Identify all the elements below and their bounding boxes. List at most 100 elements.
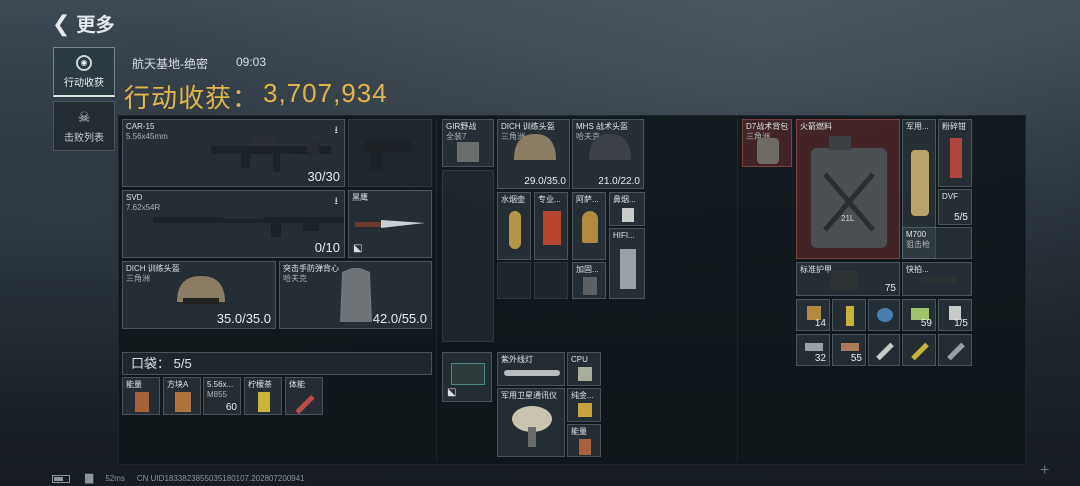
- loot-item[interactable]: 55: [832, 334, 866, 366]
- container-item[interactable]: 军用卫星通讯仪: [497, 388, 565, 457]
- loot-item[interactable]: 火箭燃料 21L: [796, 119, 900, 259]
- hard-drive-icon: [583, 277, 597, 295]
- container-item[interactable]: 加固...: [572, 262, 606, 299]
- helmet-name: DICH 训练头盔: [126, 264, 180, 273]
- pocket-header: 口袋： 5/5: [122, 352, 432, 375]
- container-item[interactable]: 纯金...: [567, 388, 601, 422]
- loot-value: 3,707,934: [263, 78, 388, 108]
- container-item[interactable]: DICH 训练头盔 三角洲 29.0/35.0: [497, 119, 570, 189]
- pistol-slot[interactable]: [348, 119, 432, 187]
- container-item[interactable]: 阿萨...: [572, 192, 606, 260]
- book-icon: [543, 211, 561, 245]
- empty-slot[interactable]: [497, 262, 531, 299]
- weapon-ammo-count: 0/10: [314, 240, 340, 255]
- melee-slot[interactable]: 黑鹰 ⬕: [348, 190, 432, 258]
- rig-icon: [457, 142, 479, 162]
- loot-title: 行动收获：: [124, 83, 260, 113]
- loot-item[interactable]: [902, 334, 936, 366]
- back-button[interactable]: ❮ 更多: [52, 10, 114, 37]
- loot-item[interactable]: 14: [796, 299, 830, 331]
- loot-item[interactable]: M700 狙击枪: [902, 227, 972, 259]
- item-sub: M855: [207, 390, 228, 399]
- back-label: 更多: [76, 15, 115, 36]
- tab-kills[interactable]: ☠ 击败列表: [53, 101, 115, 151]
- container-item[interactable]: 专业...: [534, 192, 568, 260]
- target-icon: ◉: [76, 54, 92, 71]
- item-label: DICH 训练头盔: [501, 122, 555, 131]
- safe-box-slot[interactable]: ⬕: [442, 352, 492, 402]
- item-count: 14: [814, 318, 826, 329]
- helmet-durability: 35.0/35.0: [216, 311, 271, 326]
- container-item[interactable]: 紫外线灯: [497, 352, 565, 386]
- loot-item[interactable]: 1/5: [938, 299, 972, 331]
- item-count: 55: [850, 353, 862, 364]
- container-item[interactable]: 能量: [567, 424, 601, 457]
- helmet-icon: [514, 134, 556, 160]
- item-label: 加固...: [576, 265, 599, 274]
- item-label: 专业...: [538, 195, 561, 204]
- pocket-item[interactable]: 体能: [285, 377, 323, 415]
- bolt-cutter-icon: [950, 138, 962, 178]
- pocket-count: 5/5: [173, 356, 192, 371]
- item-count: 1/5: [954, 318, 968, 329]
- pocket-item[interactable]: 方块A: [163, 377, 201, 415]
- item-label: 军用...: [906, 122, 929, 131]
- rig-empty-slot[interactable]: [442, 170, 494, 342]
- pocket-item[interactable]: 柠檬茶: [244, 377, 282, 415]
- hifi-device-icon: [620, 249, 636, 289]
- backpack-slot[interactable]: D7战术背包 三角洲: [742, 119, 792, 167]
- pocket-item[interactable]: 5.56x... M855 60: [203, 377, 241, 415]
- loot-item[interactable]: [868, 334, 900, 366]
- blue-pouch-icon: [877, 308, 893, 322]
- rig-slot[interactable]: GIR野战 全装7: [442, 119, 494, 167]
- satellite-dish-icon: [512, 406, 552, 447]
- primary-weapon-slot[interactable]: CAR-15 5.56x45mm ⭳ 30/30: [122, 119, 345, 187]
- battery-icon: [52, 474, 70, 483]
- syringe-icon: [876, 342, 894, 361]
- skull-icon: ☠: [77, 108, 91, 125]
- tab-kills-label: 击败列表: [64, 132, 104, 144]
- helmet-icon: [589, 134, 631, 160]
- container-item[interactable]: MHS 战术头盔 哈夫克 21.0/22.0: [572, 119, 644, 189]
- loot-item[interactable]: 59: [902, 299, 936, 331]
- item-label: 标准护甲: [800, 265, 832, 274]
- backpack-icon: [757, 138, 779, 164]
- secondary-weapon-slot[interactable]: SVD 7.62x54R ⭳ 0/10: [122, 190, 345, 258]
- container-item[interactable]: 水烟壶: [497, 192, 531, 260]
- item-count: 32: [814, 353, 826, 364]
- loot-item[interactable]: 快拍...: [902, 262, 972, 296]
- drink-can-icon: [258, 392, 270, 412]
- weapon-name: CAR-15: [126, 122, 155, 131]
- loot-item[interactable]: [832, 299, 866, 331]
- locked-icon: ⬕: [353, 243, 363, 254]
- loot-item[interactable]: 32: [796, 334, 830, 366]
- loot-item[interactable]: DVF 5/5: [938, 189, 972, 225]
- item-label: GIR野战: [446, 122, 477, 131]
- empty-slot[interactable]: [534, 262, 568, 299]
- loot-item[interactable]: [868, 299, 900, 331]
- loot-item[interactable]: [938, 334, 972, 366]
- item-label: 纯金...: [571, 391, 594, 400]
- container-item[interactable]: 鼻烟...: [609, 192, 645, 226]
- divider: [737, 118, 738, 462]
- cartridge-icon: [841, 343, 859, 351]
- item-count: 59: [920, 318, 932, 329]
- loot-item[interactable]: 粉碎钳: [938, 119, 972, 187]
- pocket-item[interactable]: 能量: [122, 377, 160, 415]
- container-item[interactable]: HIFI...: [609, 228, 645, 299]
- loot-item[interactable]: 标准护甲 75: [796, 262, 900, 296]
- armor-slot[interactable]: 突击手防弹背心 哈夫克 42.0/55.0: [279, 261, 432, 329]
- helmet-icon: [177, 276, 225, 304]
- helmet-slot[interactable]: DICH 训练头盔 三角洲 35.0/35.0: [122, 261, 276, 329]
- armor-name: 突击手防弹背心: [283, 264, 339, 273]
- item-label: MHS 战术头盔: [576, 122, 628, 131]
- pocket-label: 口袋：: [131, 356, 171, 371]
- vest-icon: [831, 271, 857, 291]
- tab-loot[interactable]: ◉ 行动收获: [53, 47, 115, 97]
- card-icon: [175, 392, 191, 412]
- helmet-sub: 三角洲: [126, 274, 150, 283]
- container-item[interactable]: CPU: [567, 352, 601, 386]
- item-count: 5/5: [954, 212, 968, 223]
- sniper-rifle-icon: [153, 211, 344, 237]
- weapon-stock-icon: [921, 276, 957, 284]
